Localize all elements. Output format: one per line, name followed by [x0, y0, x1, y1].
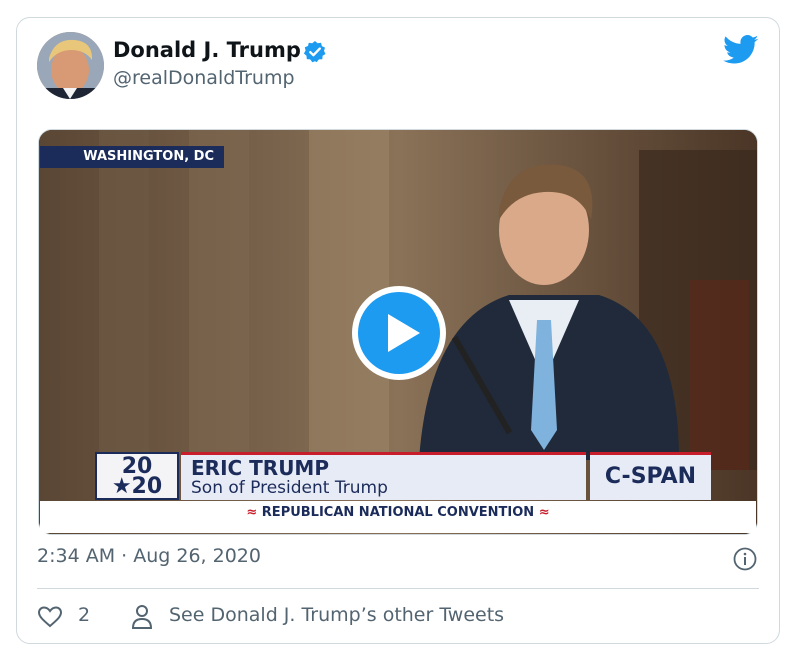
event-banner: ≈ REPUBLICAN NATIONAL CONVENTION ≈: [40, 501, 756, 533]
play-triangle: [388, 314, 420, 352]
flag-icon: ≈: [538, 505, 550, 520]
other-tweets-link[interactable]: See Donald J. Trump’s other Tweets: [169, 604, 504, 626]
like-count[interactable]: 2: [78, 604, 90, 626]
author-handle[interactable]: @realDonaldTrump: [113, 67, 295, 89]
flag-icon: ≈: [246, 505, 262, 520]
divider: [37, 588, 759, 589]
heart-icon[interactable]: [37, 605, 63, 629]
info-icon[interactable]: [733, 547, 757, 571]
twitter-bird-icon[interactable]: [723, 34, 759, 66]
play-button[interactable]: [352, 286, 446, 380]
event-banner-text: REPUBLICAN NATIONAL CONVENTION: [261, 505, 535, 520]
lower-third-title: Son of President Trump: [191, 478, 388, 498]
tweet-timestamp[interactable]: 2:34 AM · Aug 26, 2020: [37, 545, 261, 567]
location-tag: WASHINGTON, DC: [40, 146, 224, 168]
author-name[interactable]: Donald J. Trump: [113, 38, 301, 62]
network-logo: C-SPAN: [590, 452, 711, 500]
rnc-2020-logo: 20 ★20: [95, 452, 179, 500]
logo-line-2: ★20: [111, 474, 163, 499]
lower-third-name: ERIC TRUMP: [191, 456, 329, 480]
person-icon[interactable]: [131, 604, 153, 630]
play-icon: [358, 292, 440, 374]
avatar[interactable]: [37, 32, 104, 99]
verified-badge-icon: [303, 41, 326, 63]
